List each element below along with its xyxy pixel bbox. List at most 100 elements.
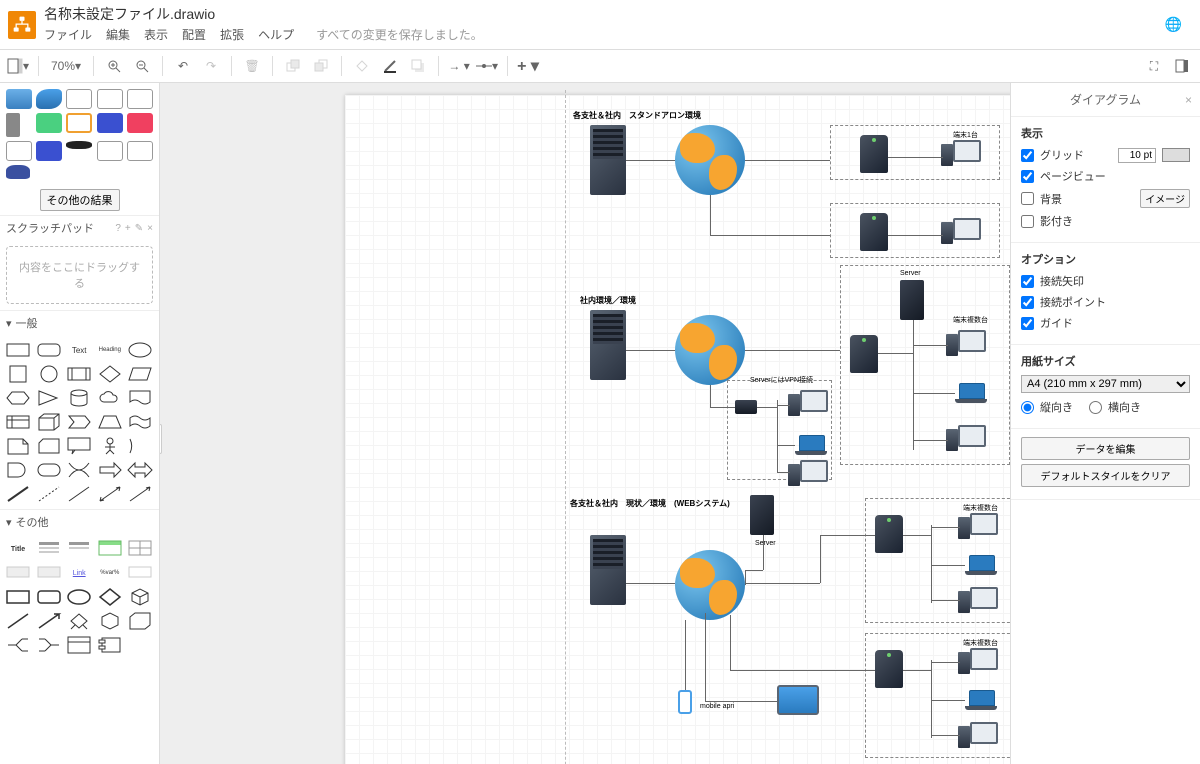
landscape-radio[interactable] xyxy=(1089,401,1102,414)
laptop-icon[interactable] xyxy=(965,555,997,577)
redo-icon[interactable]: ↷ xyxy=(199,54,223,78)
guides-checkbox[interactable] xyxy=(1021,317,1034,330)
shape-curve-r[interactable] xyxy=(128,437,152,455)
shape-triangle[interactable] xyxy=(37,389,61,407)
to-front-icon[interactable] xyxy=(281,54,305,78)
shape-rect2[interactable] xyxy=(6,588,30,606)
shape-internal[interactable] xyxy=(6,413,30,431)
fullscreen-icon[interactable]: ⛶ xyxy=(1142,54,1166,78)
other-section-label[interactable]: その他 xyxy=(16,514,49,530)
filename[interactable]: 名称未設定ファイル.drawio xyxy=(44,4,1157,24)
scratchpad-dropzone[interactable]: 内容をここにドラッグする xyxy=(6,246,153,304)
portrait-radio[interactable] xyxy=(1021,401,1034,414)
shape-conn-bidir[interactable] xyxy=(98,485,122,503)
shape-line[interactable] xyxy=(67,485,91,503)
grid-size-input[interactable] xyxy=(1118,148,1156,163)
shape-block3[interactable] xyxy=(128,564,152,582)
device-shape[interactable] xyxy=(97,89,123,109)
shape-document[interactable] xyxy=(128,389,152,407)
grid-checkbox[interactable] xyxy=(1021,149,1034,162)
shape-merge[interactable] xyxy=(37,636,61,654)
modem-icon[interactable] xyxy=(735,400,757,414)
laptop-icon[interactable] xyxy=(955,383,987,405)
shape-rect[interactable] xyxy=(6,341,30,359)
page-view-dropdown[interactable]: ▾ xyxy=(6,54,30,78)
shape-title[interactable]: Title xyxy=(6,540,30,558)
device-shape[interactable] xyxy=(6,89,32,109)
scratchpad-close-icon[interactable]: × xyxy=(147,223,153,234)
shape-edge1[interactable] xyxy=(6,612,30,630)
shape-datastore[interactable] xyxy=(37,461,61,479)
shape-link[interactable]: Link xyxy=(67,564,91,582)
server-tower-icon[interactable] xyxy=(590,125,626,195)
device-shape[interactable] xyxy=(127,89,153,109)
phone-icon[interactable] xyxy=(678,690,692,714)
shadow-checkbox[interactable] xyxy=(1021,215,1034,228)
shape-step[interactable] xyxy=(67,413,91,431)
scratchpad-help-icon[interactable]: ? xyxy=(115,223,121,234)
shape-class[interactable] xyxy=(67,636,91,654)
shape-bidir-arrow[interactable] xyxy=(67,461,91,479)
waypoint-icon[interactable]: ▾ xyxy=(475,54,499,78)
insert-icon[interactable]: + ▾ xyxy=(516,54,540,78)
zoom-in-icon[interactable] xyxy=(102,54,126,78)
device-shape[interactable] xyxy=(97,141,123,161)
shape-decision[interactable] xyxy=(67,612,91,630)
image-button[interactable]: イメージ xyxy=(1140,189,1190,208)
background-checkbox[interactable] xyxy=(1021,192,1034,205)
pc-icon[interactable] xyxy=(948,425,984,459)
pc-icon[interactable] xyxy=(960,648,996,682)
menu-edit[interactable]: 編集 xyxy=(106,26,130,43)
device-shape[interactable] xyxy=(6,165,30,179)
shape-line-bold[interactable] xyxy=(6,485,30,503)
shape-ellipse2[interactable] xyxy=(67,588,91,606)
close-panel-icon[interactable]: × xyxy=(1185,93,1192,107)
device-shape[interactable] xyxy=(36,141,62,161)
laptop-icon[interactable] xyxy=(965,690,997,712)
device-shape[interactable] xyxy=(36,113,62,133)
clear-style-button[interactable]: デフォルトスタイルをクリア xyxy=(1021,464,1190,487)
shape-arrow[interactable] xyxy=(98,461,122,479)
device-shape[interactable] xyxy=(97,113,123,133)
menu-view[interactable]: 表示 xyxy=(144,26,168,43)
shape-list2[interactable] xyxy=(67,540,91,558)
shape-square[interactable] xyxy=(6,365,30,383)
device-shape[interactable] xyxy=(36,89,62,109)
grid-color-swatch[interactable] xyxy=(1162,148,1190,162)
pc-icon[interactable] xyxy=(960,587,996,621)
shape-trapezoid[interactable] xyxy=(98,413,122,431)
router-icon[interactable] xyxy=(860,213,888,251)
conn-points-checkbox[interactable] xyxy=(1021,296,1034,309)
shape-edge2[interactable] xyxy=(37,612,61,630)
sidebar-resize-handle[interactable] xyxy=(160,424,162,454)
undo-icon[interactable]: ↶ xyxy=(171,54,195,78)
device-shape[interactable] xyxy=(127,141,153,161)
shape-branch[interactable] xyxy=(6,636,30,654)
globe-icon[interactable] xyxy=(675,125,745,195)
tablet-icon[interactable] xyxy=(777,685,819,715)
shape-parallelogram[interactable] xyxy=(128,365,152,383)
shape-rrect2[interactable] xyxy=(37,588,61,606)
globe-icon[interactable] xyxy=(675,550,745,620)
shape-circle[interactable] xyxy=(37,365,61,383)
shape-cloud[interactable] xyxy=(98,389,122,407)
drawing-canvas[interactable]: 各支社＆社内 スタンドアロン環境 端末1台 xyxy=(345,95,1010,764)
delete-icon[interactable]: 🗑 xyxy=(240,54,264,78)
connection-icon[interactable]: → ▾ xyxy=(447,54,471,78)
globe-icon[interactable] xyxy=(675,315,745,385)
format-panel-icon[interactable] xyxy=(1170,54,1194,78)
paper-size-select[interactable]: A4 (210 mm x 297 mm) xyxy=(1021,375,1190,393)
server-icon[interactable] xyxy=(750,495,774,535)
menu-arrange[interactable]: 配置 xyxy=(182,26,206,43)
shape-table[interactable] xyxy=(128,540,152,558)
shape-box3d[interactable] xyxy=(128,612,152,630)
to-back-icon[interactable] xyxy=(309,54,333,78)
pc-icon[interactable] xyxy=(960,513,996,547)
canvas-area[interactable]: 各支社＆社内 スタンドアロン環境 端末1台 xyxy=(160,83,1010,764)
pc-icon[interactable] xyxy=(960,722,996,756)
zoom-out-icon[interactable] xyxy=(130,54,154,78)
menu-extras[interactable]: 拡張 xyxy=(220,26,244,43)
shape-component[interactable] xyxy=(98,636,122,654)
menu-help[interactable]: ヘルプ xyxy=(258,26,294,43)
pc-icon[interactable] xyxy=(943,140,979,174)
